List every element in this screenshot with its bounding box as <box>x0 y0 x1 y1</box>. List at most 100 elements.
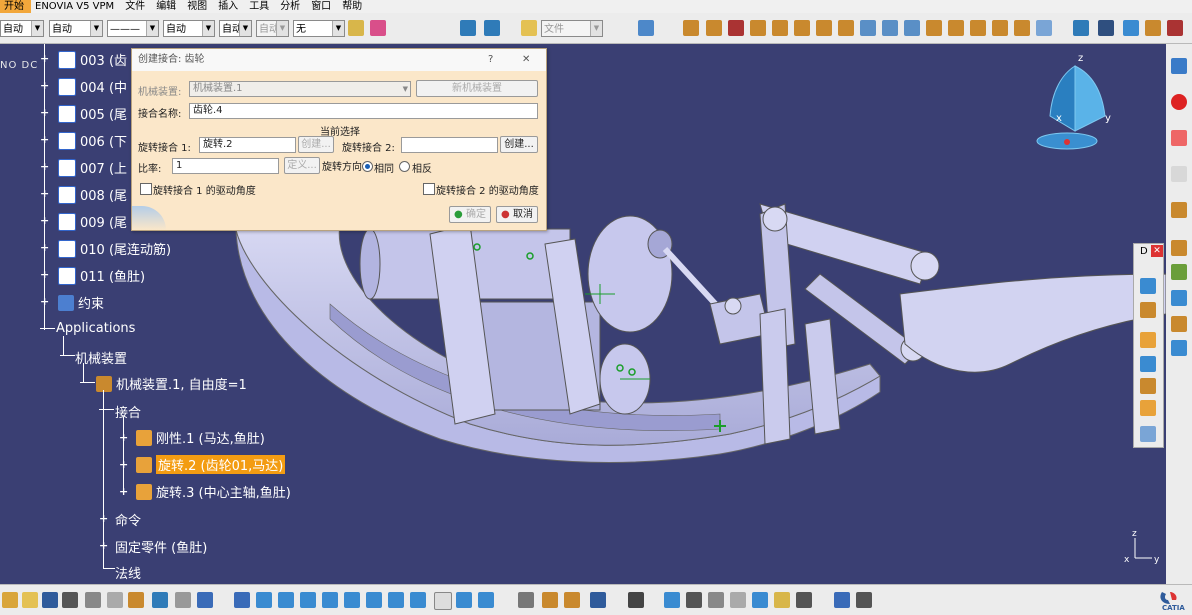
ok-button[interactable]: ● 确定 <box>449 206 491 223</box>
expand-icon[interactable]: + <box>40 161 49 172</box>
simulation-icon[interactable] <box>1073 20 1089 36</box>
expand-icon[interactable]: + <box>119 432 128 443</box>
menu-analyze[interactable]: 分析 <box>276 0 307 13</box>
product-icon[interactable] <box>460 20 476 36</box>
opposite-direction-radio[interactable] <box>399 161 410 172</box>
expand-icon[interactable]: + <box>40 53 49 64</box>
transparency-combo[interactable]: 自动 ▼ <box>49 20 103 37</box>
tree-item-revolute3[interactable]: 旋转.3 (中心主轴,鱼肚) <box>136 482 291 501</box>
tree-item-fixed-part[interactable]: 固定零件 (鱼肚) <box>115 537 207 556</box>
workbench-icon[interactable] <box>834 592 850 608</box>
tree-item-010[interactable]: 010 (尾连动筋) <box>58 239 171 258</box>
speed-icon[interactable] <box>1140 356 1156 372</box>
drive-angle1-checkbox[interactable] <box>140 183 152 195</box>
expand-icon[interactable]: + <box>40 269 49 280</box>
measure-icon[interactable] <box>708 592 724 608</box>
planar-icon[interactable] <box>838 20 854 36</box>
new-mechanism-button[interactable]: 新机械装置 <box>416 80 538 97</box>
dress-up-icon[interactable] <box>1140 278 1156 294</box>
settings-icon[interactable] <box>1171 202 1187 218</box>
section-icon[interactable] <box>796 592 812 608</box>
tree-item-005[interactable]: 005 (尾 <box>58 104 127 123</box>
menu-view[interactable]: 视图 <box>183 0 214 13</box>
expand-icon[interactable]: + <box>40 215 49 226</box>
print-icon[interactable] <box>62 592 78 608</box>
shading-icon[interactable] <box>434 592 452 610</box>
iso-view-icon[interactable] <box>410 592 426 608</box>
folder-icon[interactable] <box>521 20 537 36</box>
rotate-icon[interactable] <box>300 592 316 608</box>
menu-help[interactable]: 帮助 <box>338 0 369 13</box>
revolute1-create-button[interactable]: 创建... <box>298 136 334 153</box>
brush-icon[interactable] <box>370 20 386 36</box>
tree-item-joints[interactable]: 接合 <box>115 402 141 421</box>
revolute1-input[interactable]: 旋转.2 <box>199 137 296 153</box>
tree-item-006[interactable]: 006 (下 <box>58 131 127 150</box>
tree-item-008[interactable]: 008 (尾 <box>58 185 127 204</box>
tree-item-007[interactable]: 007 (上 <box>58 158 127 177</box>
linetype-combo[interactable]: ——— ▼ <box>107 20 159 37</box>
cv-joint-icon[interactable] <box>948 20 964 36</box>
target-icon[interactable] <box>664 592 680 608</box>
tree-item-011[interactable]: 011 (鱼肚) <box>58 266 145 285</box>
redo-icon[interactable] <box>175 592 191 608</box>
component-icon[interactable] <box>484 20 500 36</box>
save-icon[interactable] <box>42 592 58 608</box>
normal-view-icon[interactable] <box>366 592 382 608</box>
fit-all-icon[interactable] <box>256 592 272 608</box>
expand-icon[interactable]: + <box>119 459 128 470</box>
drive-angle2-checkbox[interactable] <box>423 183 435 195</box>
help-icon[interactable] <box>197 592 213 608</box>
tree-item-revolute2[interactable]: 旋转.2 (齿轮01,马达) <box>136 455 286 474</box>
color-combo[interactable]: 自动 ▼ <box>0 20 44 37</box>
clash-icon[interactable] <box>1171 316 1187 332</box>
annotation-icon[interactable] <box>774 592 790 608</box>
mechanism-icon[interactable] <box>683 20 699 36</box>
expand-icon[interactable]: + <box>40 242 49 253</box>
tree-item-commands[interactable]: 命令 <box>115 510 141 529</box>
slide-curve-icon[interactable] <box>992 20 1008 36</box>
ratio-input[interactable]: 1 <box>172 158 279 174</box>
roll-curve-icon[interactable] <box>1014 20 1030 36</box>
joint-name-input[interactable]: 齿轮.4 <box>189 103 538 119</box>
tree-item-009[interactable]: 009 (尾 <box>58 212 127 231</box>
dialog-titlebar[interactable]: 创建接合: 齿轮 ? ✕ <box>132 49 546 71</box>
cancel-button[interactable]: ● 取消 <box>496 206 538 223</box>
gear-icon[interactable] <box>518 592 534 608</box>
mechanism-select[interactable]: 机械装置.1 ▼ <box>189 81 411 97</box>
manipulation-icon[interactable] <box>542 592 558 608</box>
menu-window[interactable]: 窗口 <box>307 0 338 13</box>
tree-item-mechanism1[interactable]: 机械装置.1, 自由度=1 <box>96 374 247 393</box>
simulate-icon[interactable] <box>1140 332 1156 348</box>
simulation-icon[interactable] <box>1171 58 1187 74</box>
menu-edit[interactable]: 编辑 <box>152 0 183 13</box>
expand-icon[interactable]: + <box>119 486 128 497</box>
explode-icon[interactable] <box>590 592 606 608</box>
menu-file[interactable]: 文件 <box>121 0 152 13</box>
search-icon[interactable] <box>730 592 746 608</box>
menu-insert[interactable]: 插入 <box>214 0 245 13</box>
open-icon[interactable] <box>22 592 38 608</box>
tree-item-rigid1[interactable]: 刚性.1 (马达,鱼肚) <box>136 428 265 447</box>
swap-space-icon[interactable] <box>478 592 494 608</box>
spherical-icon[interactable] <box>816 20 832 36</box>
expand-icon[interactable]: + <box>40 80 49 91</box>
close-icon[interactable]: ✕ <box>1151 245 1163 257</box>
cut-icon[interactable] <box>85 592 101 608</box>
tree-item-constraints[interactable]: 约束 <box>58 293 104 312</box>
multi-view-icon[interactable] <box>388 592 404 608</box>
measure-icon[interactable] <box>1167 20 1183 36</box>
stop-icon[interactable] <box>1171 94 1187 110</box>
copy-icon[interactable] <box>107 592 123 608</box>
filter-icon[interactable] <box>752 592 768 608</box>
axis-icon[interactable] <box>1036 20 1052 36</box>
sensor-icon[interactable] <box>1123 20 1139 36</box>
same-direction-radio[interactable] <box>362 161 373 172</box>
ratio-define-button[interactable]: 定义... <box>284 157 320 174</box>
tree-item-laws[interactable]: 法线 <box>115 563 141 582</box>
film-icon[interactable] <box>1098 20 1114 36</box>
gear-joint-icon[interactable] <box>860 20 876 36</box>
tools-icon[interactable] <box>1145 20 1161 36</box>
skip-icon[interactable] <box>686 592 702 608</box>
pan-icon[interactable] <box>278 592 294 608</box>
